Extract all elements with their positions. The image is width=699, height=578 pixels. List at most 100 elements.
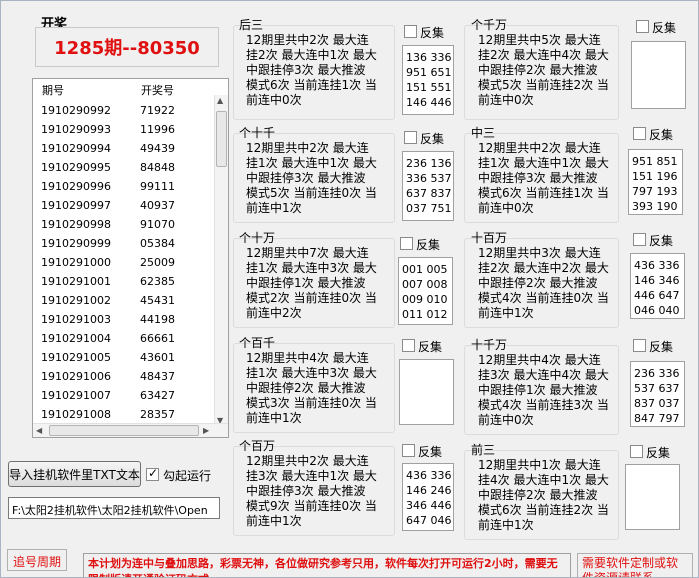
- table-row[interactable]: 1910291004 66661: [33, 329, 213, 348]
- path-field[interactable]: F:\太阳2挂机软件\太阳2挂机软件\Open: [8, 497, 220, 519]
- stat-line: 12期里共中7次 最大连: [246, 246, 369, 260]
- group-title: 个千万: [471, 18, 508, 32]
- group-stats: 12期里共中4次 最大连 挂1次 最大连中3次 最大 中跟挂停2次 最大推波 模式3次…: [246, 351, 377, 426]
- table-row[interactable]: 1910291007 63427: [33, 386, 213, 405]
- table-row[interactable]: 1910291006 48437: [33, 367, 213, 386]
- fanji-label: 反集: [649, 128, 674, 142]
- stat-line: 模式5次 当前连挂2次 当: [478, 78, 609, 92]
- fanji-checkbox[interactable]: [404, 131, 417, 144]
- vertical-scrollbar[interactable]: ▲ ▼: [214, 95, 228, 437]
- stat-line: 前连中0次: [478, 201, 534, 215]
- stat-line: 中跟挂停3次 最大推波: [246, 63, 366, 77]
- fanji-checkbox[interactable]: [402, 444, 415, 457]
- number-cell: 99111: [140, 180, 175, 193]
- group-stats: 12期里共中2次 最大连 挂1次 最大连中1次 最大 中跟挂停3次 最大推波 模式5次…: [246, 141, 377, 216]
- number-item: 236 336: [634, 367, 680, 380]
- number-list[interactable]: 436 336 146 346 446 647 046 040: [630, 253, 685, 319]
- stat-line: 挂3次 最大连中1次 最大: [246, 469, 377, 483]
- fanji-checkbox[interactable]: [633, 127, 646, 140]
- history-table[interactable]: 期号 开奖号 1910290992 71922 1910290993 11996 191…: [32, 78, 229, 438]
- column-header-number[interactable]: 开奖号: [141, 82, 174, 98]
- stat-line: 12期里共中2次 最大连: [246, 454, 369, 468]
- number-item: 146 346: [634, 274, 680, 287]
- number-list[interactable]: 236 336 537 637 837 037 847 797: [630, 361, 685, 427]
- fanji-checkbox[interactable]: [636, 20, 649, 33]
- table-row[interactable]: 1910290993 11996: [33, 120, 213, 139]
- number-item: 146 246: [406, 484, 452, 497]
- table-row[interactable]: 1910291001 62385: [33, 272, 213, 291]
- group-title: 个十万: [239, 231, 276, 245]
- period-cell: 1910291001: [41, 275, 111, 288]
- stat-line: 模式6次 当前连挂1次 当: [478, 186, 609, 200]
- horizontal-scrollbar[interactable]: ◀ ▶: [33, 423, 228, 437]
- period-cell: 1910291006: [41, 370, 111, 383]
- horizontal-scroll-thumb[interactable]: [49, 425, 199, 436]
- number-list[interactable]: 001 005 007 008 009 010 011 012: [398, 257, 453, 325]
- stat-line: 模式3次 当前连挂0次 当: [246, 396, 377, 410]
- stat-line: 模式9次 当前连挂0次 当: [246, 499, 377, 513]
- number-item: 393 190: [632, 200, 678, 213]
- table-row[interactable]: 1910291002 45431: [33, 291, 213, 310]
- stat-line: 12期里共中2次 最大连: [246, 141, 369, 155]
- table-row[interactable]: 1910291000 25009: [33, 253, 213, 272]
- period-cell: 1910291002: [41, 294, 111, 307]
- number-cell: 43601: [140, 351, 175, 364]
- stat-line: 12期里共中2次 最大连: [246, 33, 369, 47]
- autorun-label: 勾起运行: [163, 469, 212, 483]
- period-cell: 1910290992: [41, 104, 111, 117]
- period-cell: 1910290993: [41, 123, 111, 136]
- notice-text: 本计划为连中与叠加思路，彩票无神，各位做研究参考只用，软件每次打开可运行2小时，…: [83, 553, 571, 577]
- stat-line: 前连中1次: [246, 514, 302, 528]
- track-period-button[interactable]: 追号周期: [7, 549, 67, 571]
- table-row[interactable]: 1910291008 28357: [33, 405, 213, 424]
- fanji-checkbox[interactable]: [400, 237, 413, 250]
- stat-line: 前连中1次: [478, 518, 534, 532]
- stat-line: 模式6次 当前连挂1次 当: [246, 78, 377, 92]
- period-cell: 1910291007: [41, 389, 111, 402]
- table-row[interactable]: 1910290992 71922: [33, 101, 213, 120]
- app-window: 开奖 1285期--80350 期号 开奖号 1910290992 71922 19…: [0, 0, 699, 578]
- number-list[interactable]: [625, 464, 680, 530]
- number-list[interactable]: [399, 359, 454, 425]
- table-row[interactable]: 1910291005 43601: [33, 348, 213, 367]
- fanji-label: 反集: [646, 446, 671, 460]
- import-txt-button[interactable]: 导入挂机软件里TXT文本: [8, 461, 141, 487]
- table-row[interactable]: 1910290994 49439: [33, 139, 213, 158]
- fanji-checkbox[interactable]: [633, 339, 646, 352]
- number-item: 007 008: [402, 278, 448, 291]
- stat-line: 挂2次 最大连中4次 最大: [478, 48, 609, 62]
- column-header-period[interactable]: 期号: [42, 82, 64, 98]
- number-cell: 66661: [140, 332, 175, 345]
- scroll-right-icon[interactable]: ▶: [203, 426, 209, 435]
- fanji-checkbox[interactable]: [630, 445, 643, 458]
- group-stats: 12期里共中4次 最大连 挂3次 最大连中4次 最大 中跟挂停1次 最大推波 模式4次…: [478, 353, 609, 428]
- number-list[interactable]: [631, 41, 686, 109]
- stat-line: 挂2次 最大连中2次 最大: [478, 261, 609, 275]
- table-row[interactable]: 1910290999 05384: [33, 234, 213, 253]
- fanji-checkbox[interactable]: [402, 339, 415, 352]
- stat-line: 前连中2次: [246, 306, 302, 320]
- table-row[interactable]: 1910290997 40937: [33, 196, 213, 215]
- period-cell: 1910290999: [41, 237, 111, 250]
- table-row[interactable]: 1910290996 99111: [33, 177, 213, 196]
- scroll-up-icon[interactable]: ▲: [217, 96, 223, 105]
- group-stats: 12期里共中1次 最大连 挂4次 最大连中1次 最大 中跟挂停2次 最大推波 模式6次…: [478, 458, 609, 533]
- autorun-checkbox[interactable]: [146, 466, 159, 481]
- number-item: 436 336: [406, 469, 452, 482]
- period-cell: 1910291003: [41, 313, 111, 326]
- number-list[interactable]: 136 336 951 651 151 551 146 446: [402, 45, 454, 115]
- stat-line: 中跟挂停1次 最大推波: [478, 383, 598, 397]
- table-row[interactable]: 1910290998 91070: [33, 215, 213, 234]
- fanji-checkbox[interactable]: [404, 25, 417, 38]
- vertical-scroll-thumb[interactable]: [216, 111, 227, 167]
- table-row[interactable]: 1910291003 44198: [33, 310, 213, 329]
- number-list[interactable]: 236 136 336 537 637 837 037 751: [402, 151, 454, 221]
- stat-line: 挂2次 最大连中1次 最大: [246, 48, 377, 62]
- fanji-checkbox[interactable]: [633, 233, 646, 246]
- table-row[interactable]: 1910290995 84848: [33, 158, 213, 177]
- custom-contact-button[interactable]: 需要软件定制或软件资源请联系: [577, 553, 693, 577]
- number-list[interactable]: 436 336 146 246 346 446 647 046: [402, 463, 454, 531]
- stat-line: 12期里共中3次 最大连: [478, 246, 601, 260]
- number-list[interactable]: 951 851 151 196 797 193 393 190: [628, 149, 683, 215]
- scroll-left-icon[interactable]: ◀: [36, 426, 42, 435]
